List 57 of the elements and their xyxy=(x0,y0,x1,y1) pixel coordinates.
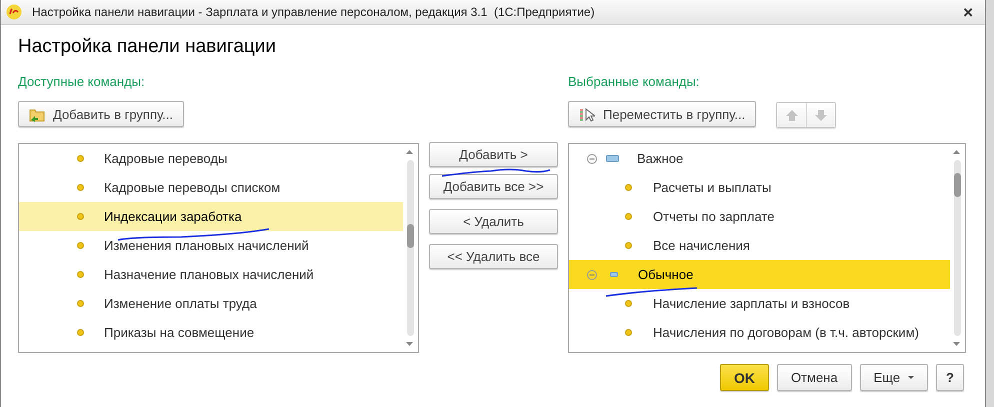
transfer-button[interactable]: < Удалить xyxy=(429,209,558,234)
list-item[interactable]: Изменение оплаты труда xyxy=(19,289,403,318)
collapse-icon[interactable] xyxy=(587,270,597,280)
dialog-heading: Настройка панели навигации xyxy=(18,36,276,58)
cancel-button[interactable]: Отмена xyxy=(776,364,852,391)
transfer-button[interactable]: << Удалить все xyxy=(429,244,558,269)
folder-icon xyxy=(29,106,45,122)
bullet-icon xyxy=(77,300,84,307)
tree-item[interactable]: Отчеты по зарплате xyxy=(569,202,950,231)
collapse-icon[interactable] xyxy=(587,154,597,164)
bullet-icon xyxy=(77,329,84,336)
list-item[interactable]: Кадровые переводы списком xyxy=(19,173,403,202)
close-button[interactable]: × xyxy=(959,4,977,20)
bullet-icon xyxy=(77,184,84,191)
move-to-group-button[interactable]: Переместить в группу... xyxy=(568,101,756,127)
bullet-icon xyxy=(77,213,84,220)
bullet-icon xyxy=(625,213,632,220)
list-item[interactable]: Приказы на совмещение xyxy=(19,318,403,347)
up-arrow-icon xyxy=(786,110,798,120)
add-to-group-button[interactable]: Добавить в группу... xyxy=(18,101,184,127)
scroll-up-icon[interactable] xyxy=(406,150,413,154)
list-item[interactable]: Назначение плановых начислений xyxy=(19,260,403,289)
bullet-icon xyxy=(625,184,632,191)
scroll-up-icon[interactable] xyxy=(953,150,960,154)
ok-button[interactable]: OK xyxy=(720,364,769,391)
section-label: Выбранные команды: xyxy=(568,74,700,90)
transfer-button[interactable]: Добавить все >> xyxy=(429,174,558,199)
tree-item[interactable]: Начисление зарплаты и взносов xyxy=(569,289,950,318)
caret-icon xyxy=(908,376,914,379)
bullet-icon xyxy=(625,329,632,336)
tree-item[interactable]: Начисления по договорам (в т.ч. авторским) xyxy=(569,318,950,347)
app-logo-icon xyxy=(6,4,22,20)
bullet-icon xyxy=(625,300,632,307)
bullet-icon xyxy=(77,242,84,249)
tree-item[interactable]: Все начисления xyxy=(569,231,950,260)
bullet-icon xyxy=(625,242,632,249)
transfer-button[interactable]: Добавить > xyxy=(429,142,558,167)
scroll-down-icon[interactable] xyxy=(406,342,413,346)
bullet-icon xyxy=(77,155,84,162)
cursor-list-icon xyxy=(579,106,595,122)
scrollbar[interactable] xyxy=(954,160,961,336)
help-button[interactable]: ? xyxy=(936,364,964,391)
down-arrow-icon xyxy=(815,110,828,120)
group-icon xyxy=(606,155,619,162)
more-button[interactable]: Еще xyxy=(860,364,928,391)
window-title: Настройка панели навигации - Зарплата и управление персоналом, редакция 3.1 (1С:Предприятие) xyxy=(32,5,596,19)
tree-group[interactable]: Важное xyxy=(569,144,950,173)
group-icon xyxy=(610,272,618,277)
bullet-icon xyxy=(77,271,84,278)
list-item[interactable]: Кадровые переводы xyxy=(19,144,403,173)
tree-item[interactable]: Расчеты и выплаты xyxy=(569,173,950,202)
tree-group[interactable]: Обычное xyxy=(569,260,950,289)
list-item[interactable]: Изменения плановых начислений xyxy=(19,231,403,260)
scrollbar[interactable] xyxy=(407,160,414,336)
section-label: Доступные команды: xyxy=(18,74,145,90)
scroll-down-icon[interactable] xyxy=(953,342,960,346)
list-item[interactable]: Индексации заработка xyxy=(19,202,403,231)
